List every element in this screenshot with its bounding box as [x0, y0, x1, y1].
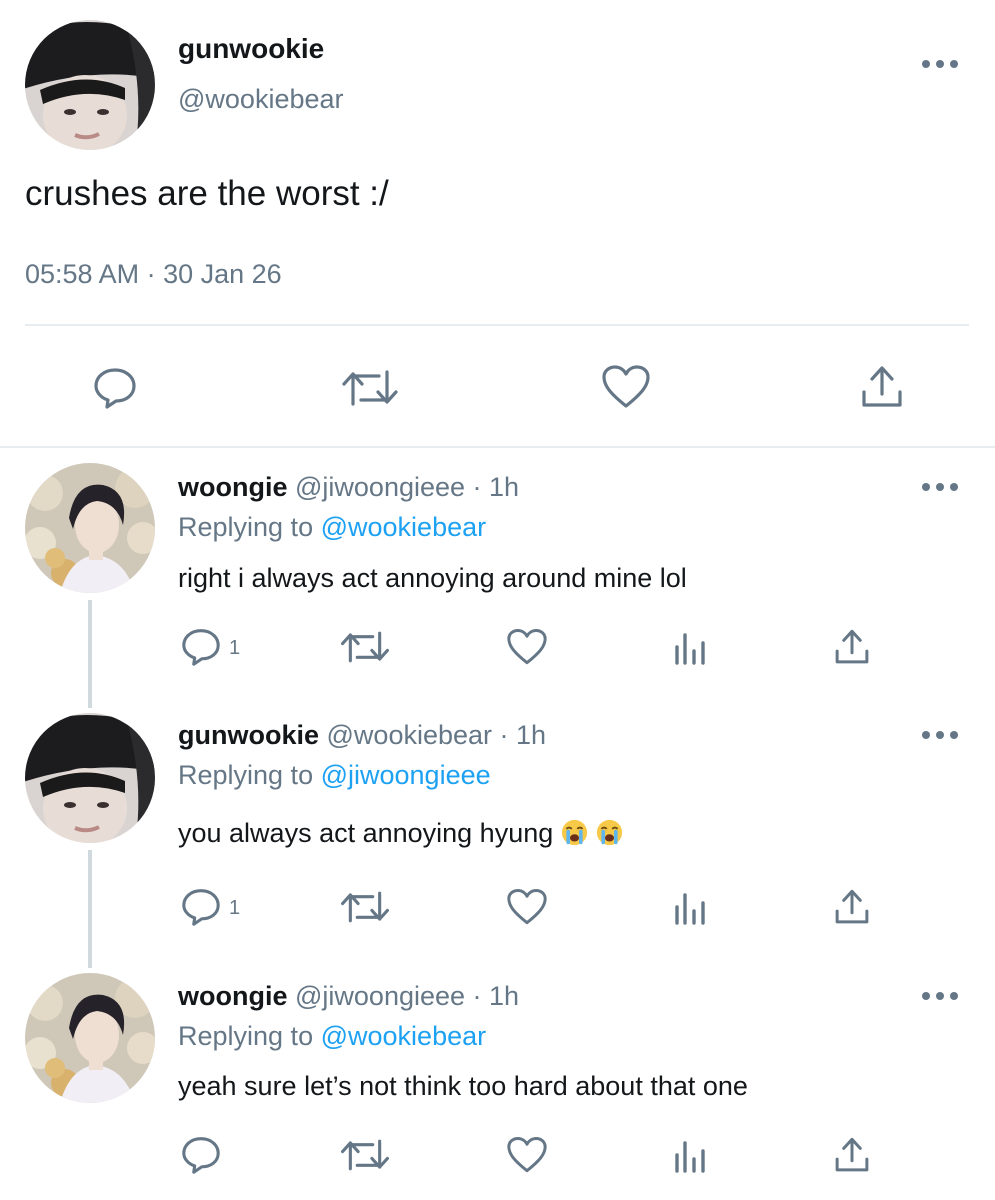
analytics-icon[interactable]: [672, 628, 708, 666]
reply-icon[interactable]: [180, 1135, 222, 1175]
like-icon[interactable]: [505, 887, 549, 927]
like-icon[interactable]: [600, 363, 652, 411]
reply-handle[interactable]: @wookiebear · 1h: [327, 720, 547, 750]
reply-handle[interactable]: @jiwoongieee · 1h: [295, 472, 519, 502]
retweet-icon[interactable]: [340, 888, 390, 926]
more-options-icon[interactable]: [922, 725, 958, 745]
avatar-gunwookie[interactable]: [25, 713, 155, 843]
like-icon[interactable]: [505, 1135, 549, 1175]
main-handle[interactable]: @wookiebear: [178, 84, 344, 115]
more-options-icon[interactable]: [922, 477, 958, 497]
thread-line: [88, 850, 92, 968]
retweet-icon[interactable]: [340, 1136, 390, 1174]
more-options-icon[interactable]: [922, 54, 958, 74]
main-display-name[interactable]: gunwookie: [178, 33, 324, 65]
replying-to: Replying to @wookiebear: [178, 1021, 486, 1052]
replying-to-label: Replying to: [178, 760, 314, 790]
reply-count: 1: [229, 637, 241, 659]
tweet-text: crushes are the worst :/: [25, 174, 389, 213]
divider: [25, 324, 969, 326]
reply-icon[interactable]: [180, 887, 222, 927]
replying-to-label: Replying to: [178, 512, 314, 542]
retweet-icon[interactable]: [340, 366, 400, 410]
replying-to-link[interactable]: @jiwoongieee: [321, 760, 491, 790]
analytics-icon[interactable]: [672, 1136, 708, 1174]
reply-text: you always act annoying hyung: [178, 818, 554, 848]
reply-display-name[interactable]: gunwookie: [178, 720, 319, 750]
reply-icon[interactable]: [90, 365, 140, 411]
replying-to: Replying to @wookiebear: [178, 512, 486, 543]
replying-to-link[interactable]: @wookiebear: [321, 512, 487, 542]
reply-header: woongie @jiwoongieee · 1h: [178, 472, 519, 503]
analytics-icon[interactable]: [672, 888, 708, 926]
more-options-icon[interactable]: [922, 986, 958, 1006]
share-icon[interactable]: [832, 627, 872, 667]
avatar-gunwookie[interactable]: [25, 20, 155, 150]
divider: [0, 446, 995, 448]
replying-to: Replying to @jiwoongieee: [178, 760, 491, 791]
share-icon[interactable]: [832, 887, 872, 927]
share-icon[interactable]: [857, 362, 907, 412]
tweet-timestamp[interactable]: 05:58 AM · 30 Jan 26: [25, 259, 282, 290]
reply-display-name[interactable]: woongie: [178, 472, 288, 502]
replying-to-label: Replying to: [178, 1021, 314, 1051]
like-icon[interactable]: [505, 627, 549, 667]
retweet-icon[interactable]: [340, 628, 390, 666]
avatar-woongie[interactable]: [25, 463, 155, 593]
loudly-crying-face-emoji: [597, 819, 623, 846]
replying-to-link[interactable]: @wookiebear: [321, 1021, 487, 1051]
avatar-woongie[interactable]: [25, 973, 155, 1103]
reply-text-row: you always act annoying hyung: [178, 818, 623, 849]
reply-icon[interactable]: [180, 627, 222, 667]
reply-text: right i always act annoying around mine …: [178, 563, 687, 593]
reply-display-name[interactable]: woongie: [178, 981, 288, 1011]
loudly-crying-face-emoji: [562, 819, 588, 846]
reply-header: gunwookie @wookiebear · 1h: [178, 720, 546, 751]
thread-line: [88, 600, 92, 708]
reply-text: yeah sure let’s not think too hard about…: [178, 1071, 748, 1101]
reply-count: 1: [229, 897, 241, 919]
share-icon[interactable]: [832, 1135, 872, 1175]
reply-handle[interactable]: @jiwoongieee · 1h: [295, 981, 519, 1011]
reply-header: woongie @jiwoongieee · 1h: [178, 981, 519, 1012]
